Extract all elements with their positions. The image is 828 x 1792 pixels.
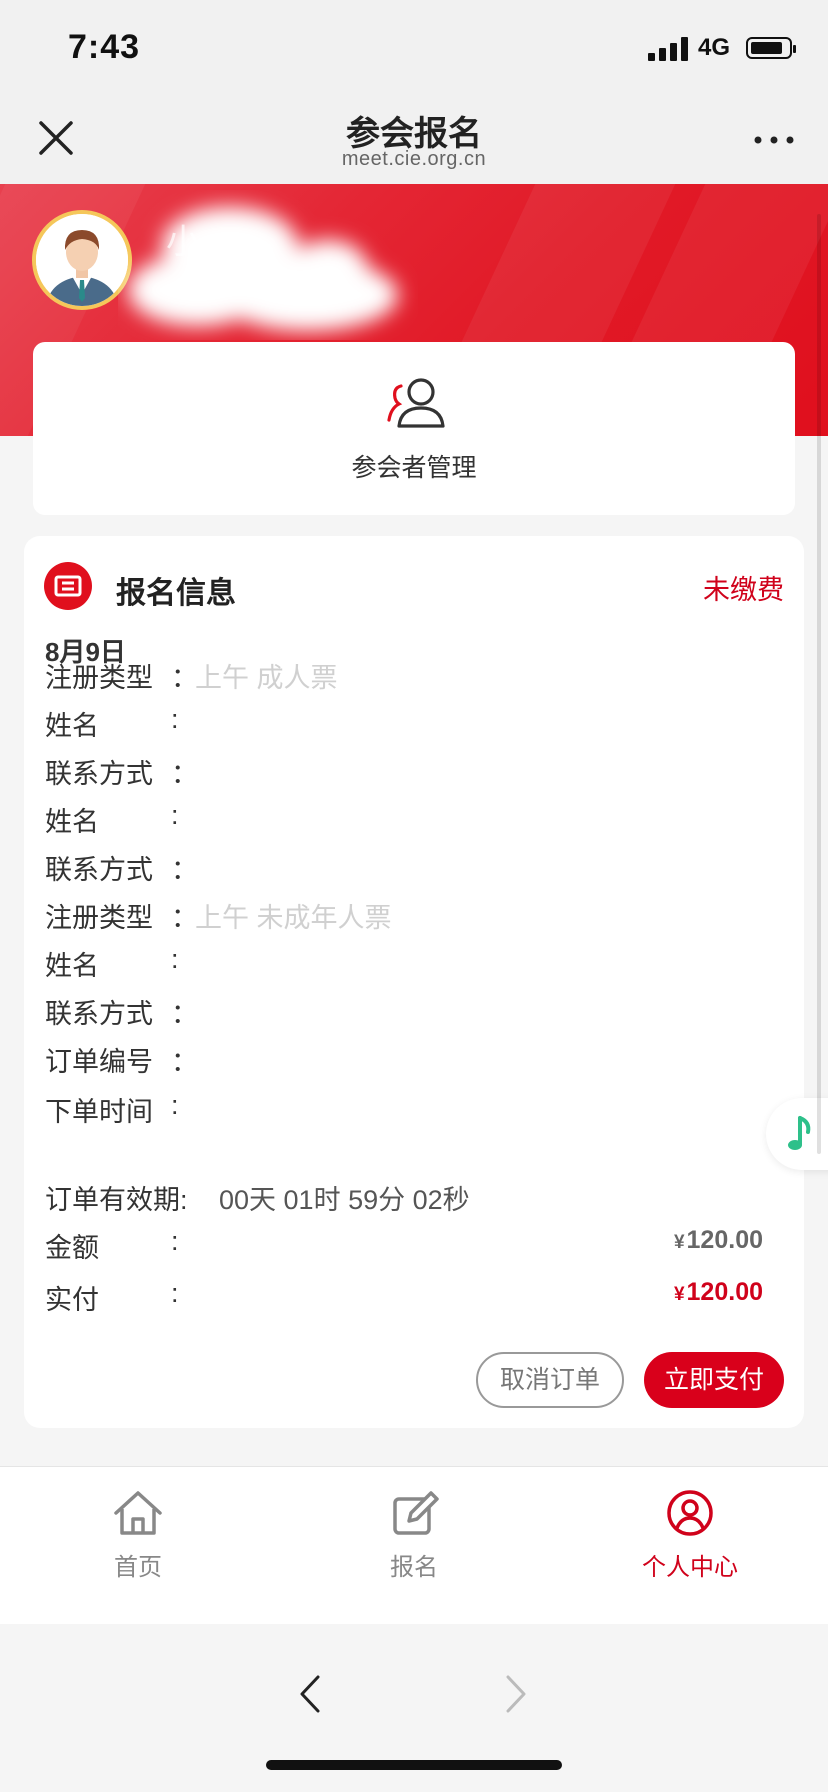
validity-label: 订单有效期: [45,1185,188,1215]
amount-row: 金额 : ¥120.00 [45,1226,763,1263]
back-chevron-icon[interactable] [298,1674,322,1714]
tab-register-label: 报名 [390,1554,438,1581]
countdown-timer: 00天 01时 59分 02秒 [219,1185,470,1215]
home-indicator[interactable] [266,1760,562,1770]
tab-profile-label: 个人中心 [642,1554,738,1581]
network-label: 4G [697,34,730,61]
info-row-colon: : [171,800,179,830]
tab-bar: 首页 报名 个人中心 [0,1466,828,1625]
registration-title: 报名信息 [116,577,236,610]
amount-label: 金额 [45,1233,99,1263]
more-icon[interactable] [754,136,794,144]
info-row-colon: : [171,944,179,974]
status-bar: 7:43 4G [0,0,828,92]
info-row-value: 上午 成人票 [195,663,338,693]
battery-icon [746,37,796,59]
info-row-value: 上午 未成年人票 [195,903,392,933]
info-row-colon: ： [171,999,198,1029]
info-row-colon: ： [171,759,198,789]
status-indicators: 4G [647,34,796,62]
info-row-label: 注册类型 [45,663,153,693]
info-row-colon: ： [171,855,198,885]
cancel-order-button[interactable]: 取消订单 [476,1352,624,1408]
home-icon [114,1491,162,1535]
tab-home[interactable]: 首页 [58,1489,218,1582]
paid-value: ¥120.00 [673,1278,763,1306]
signal-icon [647,35,688,61]
scrollbar[interactable] [817,214,821,1154]
participants-icon [387,378,445,428]
ticket-icon [44,562,92,610]
info-row-colon: ： [171,903,198,933]
participant-management-label: 参会者管理 [351,454,477,482]
edit-icon [393,1491,439,1535]
info-row-label: 姓名 [45,951,99,981]
redaction-blur [128,207,398,331]
payment-status-badge: 未缴费 [703,575,784,605]
info-row-label: 订单编号 [45,1047,153,1077]
info-row-label: 联系方式 [45,855,153,885]
pay-now-button[interactable]: 立即支付 [644,1352,784,1408]
user-circle-icon [667,1490,713,1536]
info-row-label: 姓名 [45,807,99,837]
info-row-label: 联系方式 [45,999,153,1029]
status-time: 7:43 [68,28,141,66]
forward-chevron-icon[interactable] [504,1674,528,1714]
paid-label: 实付 [45,1285,99,1315]
participant-management-card[interactable]: 参会者管理 [33,342,795,515]
info-row-label: 注册类型 [45,903,153,933]
avatar[interactable] [32,210,132,310]
amount-value: ¥120.00 [673,1226,763,1254]
tab-home-label: 首页 [114,1554,162,1581]
info-row-colon: ： [171,663,198,693]
page-url: meet.cie.org.cn [341,148,487,170]
info-row-colon: ： [171,1047,198,1077]
info-row-label: 联系方式 [45,759,153,789]
tab-profile[interactable]: 个人中心 [610,1489,770,1582]
nav-bar: 参会报名 meet.cie.org.cn [0,92,828,184]
paid-row: 实付 : ¥120.00 [45,1278,763,1315]
info-row-colon: : [171,704,179,734]
info-row-label: 下单时间 [45,1097,153,1127]
registration-card: 报名信息 未缴费 8月9日 注册类型：上午 成人票 姓名: 联系方式：姓名: 联系方式… [24,536,804,1428]
info-row-colon: : [171,1090,179,1120]
avatar-person-icon [36,214,128,306]
info-row-label: 姓名 [45,711,99,741]
tab-register[interactable]: 报名 [334,1489,494,1582]
